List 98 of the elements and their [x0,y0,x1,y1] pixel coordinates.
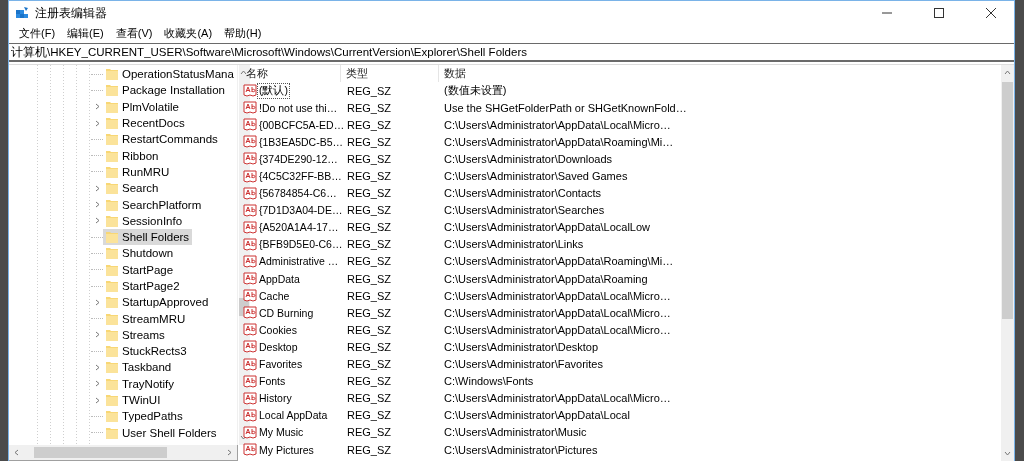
value-name[interactable]: Favorites [258,358,304,371]
tree-item[interactable]: Ribbon [103,147,162,164]
value-data: C:\Windows\Fonts [443,375,534,388]
value-type: REG_SZ [346,392,392,405]
tree-item[interactable]: Taskband [103,359,175,376]
value-name[interactable]: {BFB9D5E0-C6… [258,238,344,251]
tree-item[interactable]: User Shell Folders [103,424,220,441]
value-name[interactable]: History [258,392,293,405]
value-data: C:\Users\Administrator\Pictures [443,443,598,456]
value-type: REG_SZ [346,289,392,302]
value-name[interactable]: Desktop [258,340,299,353]
tree-item[interactable]: SearchPlatform [103,196,205,213]
value-type: REG_SZ [346,272,392,285]
value-type: REG_SZ [346,426,392,439]
menu-item[interactable]: 编辑(E) [61,25,110,42]
value-data: C:\Users\Administrator\Saved Games [443,170,628,182]
tree-item[interactable]: TrayNotify [103,375,177,392]
value-name[interactable]: Cookies [258,323,298,336]
tree-item[interactable]: Search [103,180,162,197]
tree-item[interactable]: OperationStatusMana [103,66,237,83]
menu-item[interactable]: 文件(F) [13,25,62,42]
value-name[interactable]: {4C5C32FF-BB… [258,170,343,182]
value-type: REG_SZ [346,306,392,319]
value-type: REG_SZ [346,443,392,456]
value-name[interactable]: Administrative … [258,255,340,268]
value-type: REG_SZ [346,323,392,336]
value-name[interactable]: Fonts [258,375,287,388]
window-title: 注册表编辑器 [35,4,108,22]
value-data: C:\Users\Administrator\Links [443,238,584,251]
menu-item[interactable]: 帮助(H) [218,25,268,42]
value-name[interactable]: CD Burning [258,306,315,319]
value-type: REG_SZ [346,152,392,165]
value-type: REG_SZ [346,358,392,371]
tree-item[interactable]: StartPage [103,261,177,278]
tree-item[interactable]: Package Installation [103,82,228,99]
value-data: C:\Users\Administrator\AppData\Local\Micro… [443,323,671,336]
value-data: C:\Users\Administrator\AppData\LocalLow [443,221,651,234]
value-name[interactable]: !Do not use thi… [258,101,339,114]
value-data: Use the SHGetFolderPath or SHGetKnownFold… [443,101,687,114]
value-data: C:\Users\Administrator\Favorites [443,358,603,371]
tree-item[interactable]: TWinUI [103,392,164,409]
tree-item[interactable]: PlmVolatile [103,98,182,115]
value-type: REG_SZ [346,101,392,114]
value-data: C:\Users\Administrator\AppData\Roaming [443,272,648,285]
value-name[interactable]: My Music [258,426,305,439]
value-data: C:\Users\Administrator\AppData\Local [443,409,630,422]
value-data: C:\Users\Administrator\AppData\Roaming\Mi… [443,255,674,268]
value-type: REG_SZ [346,84,392,97]
value-data: C:\Users\Administrator\Searches [443,204,605,217]
value-data: C:\Users\Administrator\Downloads [443,152,613,165]
value-type: REG_SZ [346,118,392,131]
value-type: REG_SZ [346,221,392,234]
tree-item[interactable]: RunMRU [103,163,173,180]
tree-item[interactable]: RestartCommands [103,131,221,148]
value-data: C:\Users\Administrator\AppData\Local\Micro… [443,289,671,302]
value-name[interactable]: {374DE290-12… [258,152,339,165]
address-field[interactable]: 计算机\HKEY_CURRENT_USER\Software\Microsoft\Windows\CurrentVersion\Explorer\Shell Folders [9,43,1014,62]
value-type: REG_SZ [346,204,392,217]
value-data: C:\Users\Administrator\AppData\Local\Micro… [443,118,671,131]
tree-item[interactable]: TypedPaths [103,408,186,425]
value-data: (数值未设置) [443,83,507,99]
value-name[interactable]: {00BCFC5A-ED… [258,118,346,131]
value-name[interactable]: {56784854-C6… [258,187,338,200]
value-type: REG_SZ [346,340,392,353]
value-name[interactable]: My Pictures [258,443,315,456]
tree-item[interactable]: Shutdown [103,245,177,262]
value-name[interactable]: (默认) [258,83,289,98]
value-type: REG_SZ [346,187,392,200]
value-data: C:\Users\Administrator\AppData\Local\Micro… [443,306,671,319]
value-type: REG_SZ [346,255,392,268]
menu-item[interactable]: 查看(V) [109,25,159,42]
value-type: REG_SZ [346,409,392,422]
tree-item[interactable]: StartPage2 [103,278,183,294]
value-type: REG_SZ [346,170,392,182]
value-data: C:\Users\Administrator\Desktop [443,340,599,353]
value-name[interactable]: Cache [258,289,291,302]
value-data: C:\Users\Administrator\AppData\Roaming\Mi… [443,135,674,148]
value-type: REG_SZ [346,135,392,148]
value-name[interactable]: {A520A1A4-17… [258,221,340,234]
value-name[interactable]: {7D1D3A04-DE… [258,204,344,217]
value-type: REG_SZ [346,238,392,251]
tree-item[interactable]: StartupApproved [103,294,212,311]
value-name[interactable]: Local AppData [258,409,329,422]
column-header[interactable]: 类型 [341,65,439,82]
value-data: C:\Users\Administrator\Music [443,426,587,439]
value-data: C:\Users\Administrator\Contacts [443,187,602,200]
tree-item[interactable]: Streams [103,326,168,343]
value-name[interactable]: {1B3EA5DC-B5… [258,135,345,148]
column-header[interactable]: 名称 [241,65,341,82]
value-type: REG_SZ [346,375,392,388]
tree-item[interactable]: SessionInfo [103,212,186,229]
value-name[interactable]: AppData [258,272,301,285]
tree-item[interactable]: Shell Folders [103,229,193,246]
menu-item[interactable]: 收藏夹(A) [158,25,219,42]
value-data: C:\Users\Administrator\AppData\Local\Micro… [443,392,671,405]
tree-item[interactable]: StuckRects3 [103,343,190,360]
tree-item[interactable]: RecentDocs [103,115,188,132]
tree-item[interactable]: StreamMRU [103,310,189,327]
